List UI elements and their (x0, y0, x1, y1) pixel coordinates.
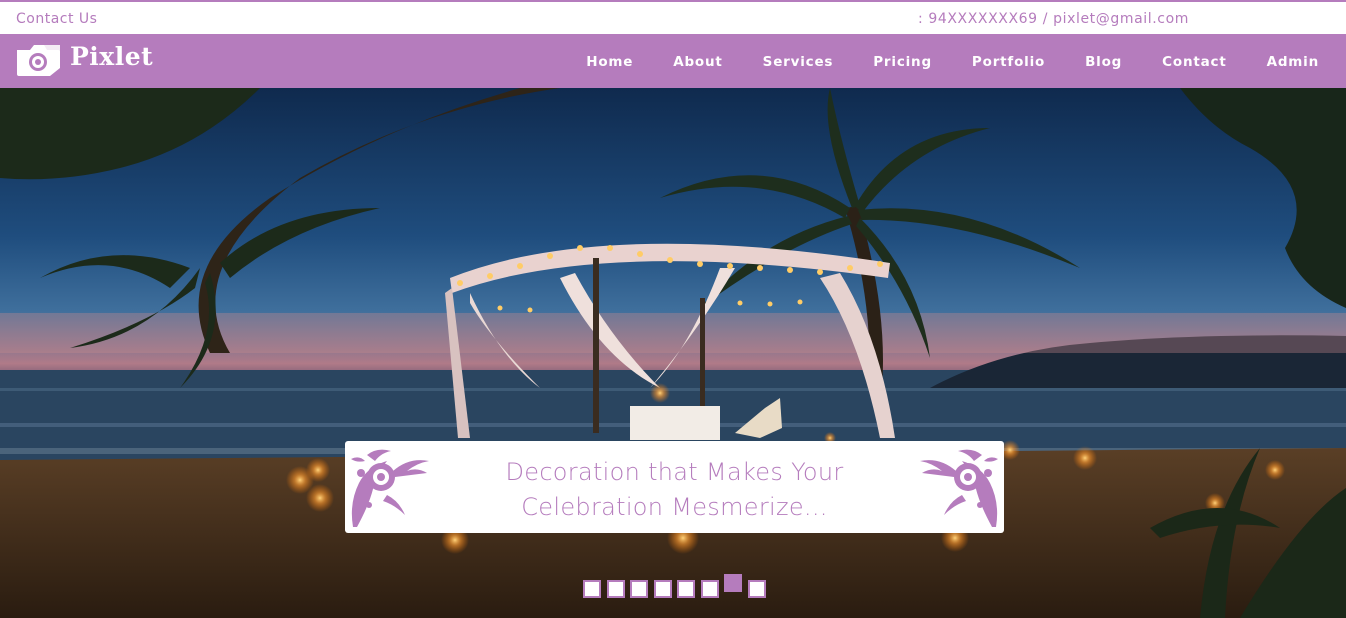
top-contact-bar: Contact Us : 94XXXXXXX69 / pixlet@gmail.… (0, 0, 1346, 35)
caption-line-1: Decoration that Makes Your (505, 458, 844, 486)
slide-dot-8[interactable] (747, 580, 766, 598)
slide-dot-2[interactable] (606, 580, 625, 598)
nav-item-portfolio[interactable]: Portfolio (972, 54, 1045, 70)
brand-logo[interactable]: Pixlet (14, 41, 153, 81)
hero-caption-text: Decoration that Makes Your Celebration M… (425, 455, 924, 525)
camera-logo-icon (14, 42, 62, 80)
beach-dinner-hero-image (0, 88, 1346, 618)
slide-dot-6[interactable] (700, 580, 719, 598)
brand-name: Pixlet (70, 41, 154, 71)
hero-caption-banner: Decoration that Makes Your Celebration M… (345, 441, 1004, 533)
nav-item-pricing[interactable]: Pricing (873, 54, 932, 70)
slide-dot-5[interactable] (677, 580, 695, 598)
nav-menu: Home About Services Pricing Portfolio Bl… (546, 35, 1319, 88)
slide-dot-7[interactable] (724, 574, 742, 592)
contact-info-text: : 94XXXXXXX69 / pixlet@gmail.com (917, 11, 1189, 27)
nav-item-blog[interactable]: Blog (1085, 54, 1122, 70)
slide-dot-1[interactable] (583, 580, 601, 598)
slide-dot-4[interactable] (653, 580, 672, 598)
slide-dot-3[interactable] (630, 580, 648, 598)
caption-line-2: Celebration Mesmerize... (521, 493, 828, 521)
nav-item-admin[interactable]: Admin (1267, 54, 1319, 70)
nav-item-about[interactable]: About (673, 54, 722, 70)
floral-ornament-icon (916, 443, 1002, 529)
contact-us-link[interactable]: Contact Us (16, 11, 97, 27)
main-navbar: Pixlet Home About Services Pricing Portf… (0, 35, 1346, 88)
hero-slider: Decoration that Makes Your Celebration M… (0, 88, 1346, 618)
nav-item-services[interactable]: Services (763, 54, 834, 70)
slider-pagination (583, 572, 771, 598)
floral-ornament-icon (347, 443, 433, 529)
nav-item-home[interactable]: Home (586, 54, 633, 70)
nav-item-contact[interactable]: Contact (1162, 54, 1226, 70)
